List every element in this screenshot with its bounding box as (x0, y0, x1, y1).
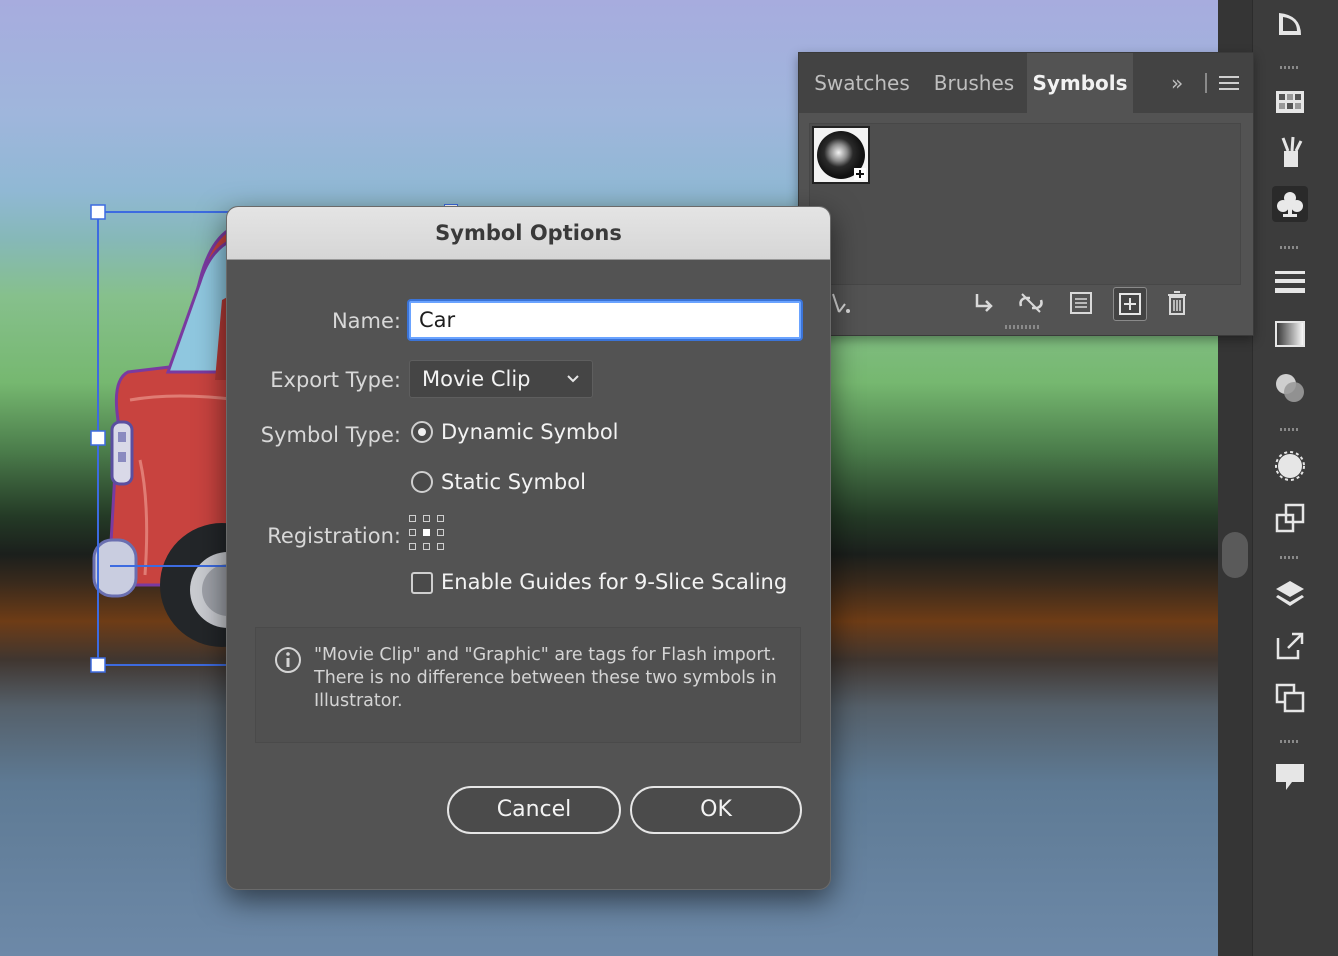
tab-divider (1205, 73, 1207, 93)
registration-point-grid[interactable] (409, 515, 445, 551)
tab-symbols[interactable]: Symbols (1027, 53, 1133, 113)
chevron-down-icon (566, 371, 580, 390)
panel-resize-grip[interactable] (1005, 325, 1041, 329)
static-symbol-radio[interactable] (411, 471, 433, 493)
artboards-icon[interactable] (1272, 680, 1308, 716)
export-icon[interactable] (1272, 628, 1308, 664)
info-icon (274, 646, 302, 678)
panel-icon-strip (1254, 0, 1338, 956)
dialog-title: Symbol Options (227, 207, 830, 260)
place-symbol-instance-icon[interactable] (967, 287, 999, 319)
panel-overflow-icon[interactable]: » (1171, 71, 1183, 95)
dynamic-symbol-radio[interactable] (411, 421, 433, 443)
appearance-icon[interactable] (1272, 448, 1308, 484)
nine-slice-label[interactable]: Enable Guides for 9-Slice Scaling (441, 570, 787, 594)
panel-menu-icon[interactable] (1219, 75, 1239, 95)
export-type-value: Movie Clip (422, 367, 531, 391)
delete-symbol-icon[interactable] (1161, 287, 1193, 319)
symbol-options-icon[interactable] (1065, 287, 1097, 319)
name-input[interactable] (409, 301, 801, 339)
layers-icon[interactable] (1272, 576, 1308, 612)
registration-label: Registration: (267, 524, 401, 548)
symbol-options-dialog: Symbol Options Name: Export Type: Movie … (226, 206, 831, 890)
static-symbol-label[interactable]: Static Symbol (441, 470, 586, 494)
export-type-label: Export Type: (270, 368, 401, 392)
transparency-icon[interactable] (1272, 370, 1308, 406)
car-artwork[interactable] (0, 0, 240, 700)
gradient-icon[interactable] (1272, 316, 1308, 352)
break-link-icon[interactable] (1015, 287, 1047, 319)
ok-button[interactable]: OK (630, 786, 802, 834)
panel-tab-bar: Swatches Brushes Symbols » (799, 53, 1253, 113)
symbol-thumbnail[interactable] (812, 126, 870, 184)
tab-swatches[interactable]: Swatches (805, 53, 919, 113)
symbols-panel: Swatches Brushes Symbols » (798, 52, 1254, 336)
brushes-icon[interactable] (1272, 134, 1308, 170)
stroke-icon[interactable] (1272, 264, 1308, 300)
graphic-styles-icon[interactable] (1272, 500, 1308, 536)
new-symbol-icon[interactable] (1113, 287, 1147, 321)
comments-icon[interactable] (1272, 758, 1308, 794)
gradient-tool-icon[interactable] (1272, 6, 1308, 42)
symbol-type-label: Symbol Type: (260, 423, 401, 447)
info-text: "Movie Clip" and "Graphic" are tags for … (314, 645, 777, 711)
tab-brushes[interactable]: Brushes (921, 53, 1027, 113)
symbols-panel-footer (799, 285, 1253, 325)
swatches-icon[interactable] (1272, 84, 1308, 120)
name-label: Name: (331, 309, 401, 333)
dynamic-symbol-label[interactable]: Dynamic Symbol (441, 420, 619, 444)
dock-scrollbar[interactable] (1222, 532, 1248, 578)
nine-slice-checkbox[interactable] (411, 572, 433, 594)
symbols-list (809, 123, 1241, 285)
info-box: "Movie Clip" and "Graphic" are tags for … (255, 627, 801, 743)
export-type-select[interactable]: Movie Clip (409, 360, 593, 398)
cancel-button[interactable]: Cancel (447, 786, 621, 834)
symbols-icon[interactable] (1272, 186, 1308, 222)
